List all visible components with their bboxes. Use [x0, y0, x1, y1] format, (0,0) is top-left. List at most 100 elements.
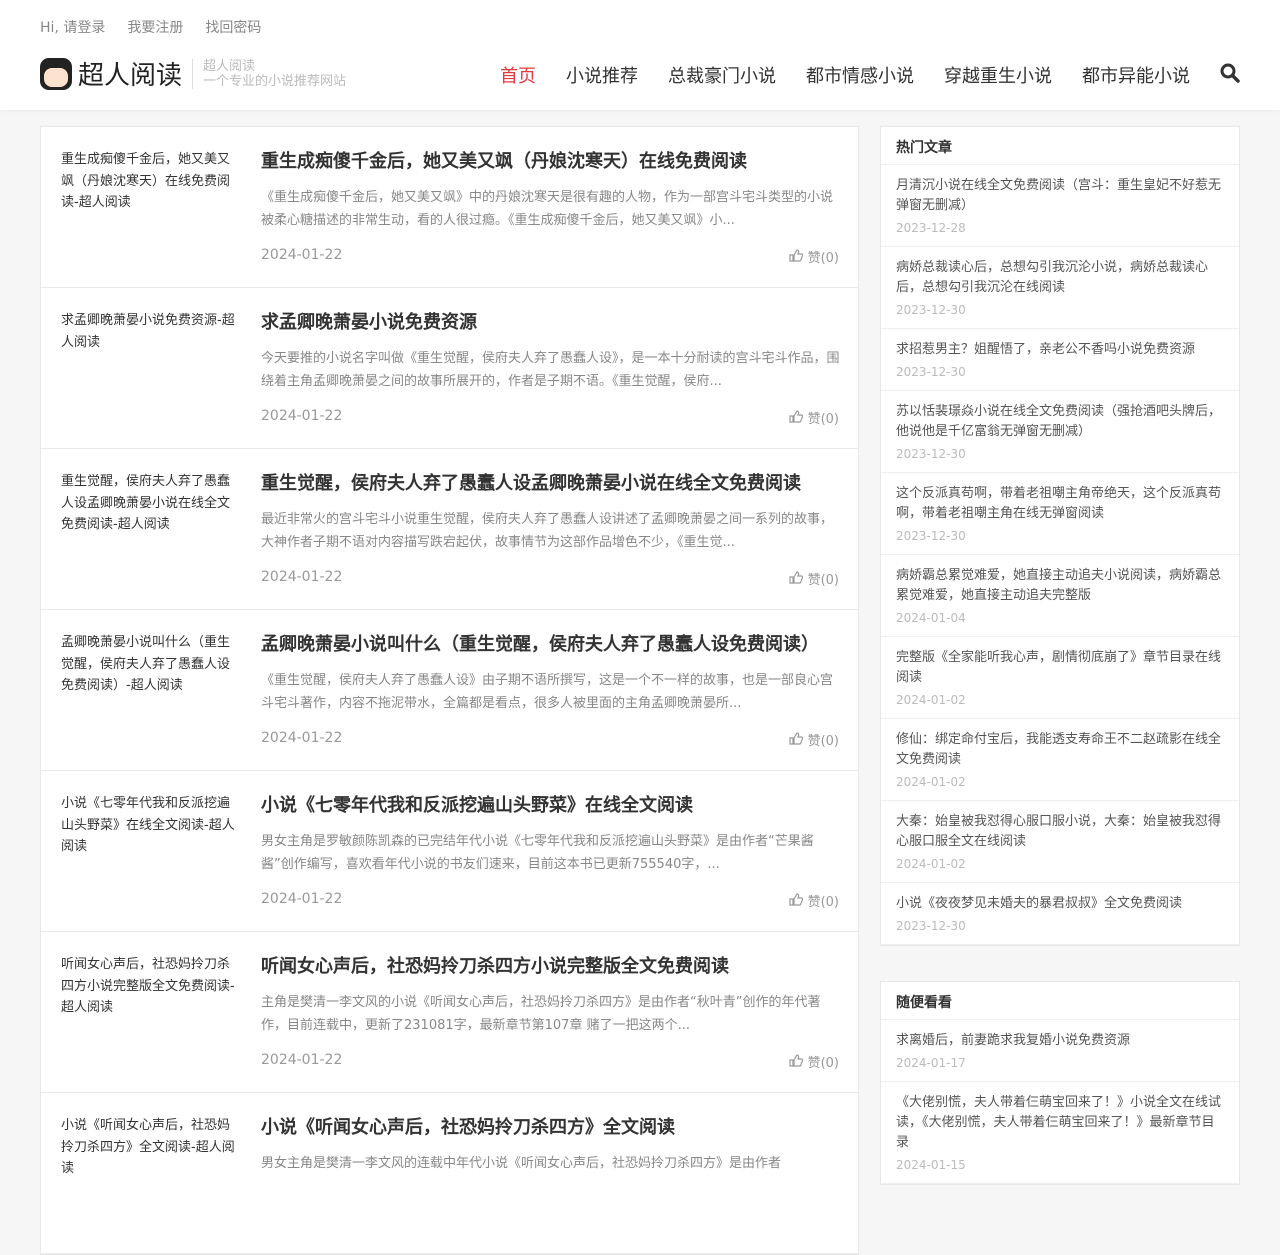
sidebar-article-title[interactable]: 求离婚后，前妻跪求我复婚小说免费资源 [896, 1031, 1224, 1051]
sidebar-article-title[interactable]: 小说《夜夜梦见未婚夫的暴君叔叔》全文免费阅读 [896, 894, 1224, 914]
nav-urban-power[interactable]: 都市异能小说 [1082, 62, 1190, 88]
like-button[interactable]: 赞(0) [789, 408, 839, 427]
thumbs-up-icon [789, 893, 804, 910]
like-button[interactable]: 赞(0) [789, 730, 839, 749]
article-item: 求孟卿晚萧晏小说免费资源-超人阅读 求孟卿晚萧晏小说免费资源 今天要推的小说名字… [41, 288, 858, 449]
main-nav: 首页 小说推荐 总裁豪门小说 都市情感小说 穿越重生小说 都市异能小说 [500, 62, 1240, 88]
nav-ceo[interactable]: 总裁豪门小说 [668, 62, 776, 88]
sidebar-article-date: 2024-01-02 [896, 775, 966, 789]
logo-face-icon [40, 57, 72, 90]
sidebar-article-item[interactable]: 《大佬别慌，夫人带着仨萌宝回来了！》小说全文在线试读，《大佬别慌，夫人带着仨萌宝… [881, 1082, 1239, 1184]
article-side-title[interactable]: 小说《听闻女心声后，社恐妈拎刀杀四方》全文阅读-超人阅读 [61, 1115, 239, 1180]
article-date: 2024-01-22 [261, 408, 343, 424]
article-title[interactable]: 孟卿晚萧晏小说叫什么（重生觉醒，侯府夫人弃了愚蠢人设免费阅读） [261, 630, 819, 656]
nav-home[interactable]: 首页 [500, 62, 536, 88]
article-summary: 男女主角是樊清一李文风的连载中年代小说《听闻女心声后，社恐妈拎刀杀四方》是由作者 [261, 1156, 782, 1171]
like-count: 赞(0) [807, 895, 839, 910]
sidebar-article-date: 2024-01-15 [896, 1158, 966, 1172]
register-link[interactable]: 我要注册 [127, 17, 183, 37]
sidebar-article-item[interactable]: 苏以恬裴璟焱小说在线全文免费阅读（强抢酒吧头牌后，他说他是千亿富翁无弹窗无删减）… [881, 391, 1239, 473]
sidebar-article-title[interactable]: 病娇总裁读心后，总想勾引我沉沦小说，病娇总裁读心后，总想勾引我沉沦在线阅读 [896, 258, 1224, 298]
sidebar-article-date: 2023-12-30 [896, 919, 966, 933]
sidebar-article-date: 2024-01-17 [896, 1056, 966, 1070]
login-link[interactable]: Hi, 请登录 [40, 17, 105, 37]
article-title[interactable]: 重生觉醒，侯府夫人弃了愚蠢人设孟卿晚萧晏小说在线全文免费阅读 [261, 469, 801, 495]
sidebar-article-date: 2024-01-02 [896, 693, 966, 707]
sidebar-article-item[interactable]: 求离婚后，前妻跪求我复婚小说免费资源 2024-01-17 [881, 1020, 1239, 1082]
random-panel: 随便看看 求离婚后，前妻跪求我复婚小说免费资源 2024-01-17 《大佬别慌，夫… [880, 981, 1240, 1185]
like-button[interactable]: 赞(0) [789, 891, 839, 910]
sidebar-article-item[interactable]: 月清沉小说在线全文免费阅读（宫斗：重生皇妃不好惹无弹窗无删减） 2023-12-2… [881, 165, 1239, 247]
article-side-title[interactable]: 重生成痴傻千金后，她又美又飒（丹娘沈寒天）在线免费阅读-超人阅读 [61, 149, 239, 214]
like-count: 赞(0) [807, 251, 839, 266]
thumbs-up-icon [789, 1054, 804, 1071]
sidebar-article-item[interactable]: 完整版《全家能听我心声，剧情彻底崩了》章节目录在线阅读 2024-01-02 [881, 637, 1239, 719]
sidebar-article-item[interactable]: 病娇霸总累觉难爱，她直接主动追夫小说阅读，病娇霸总累觉难爱，她直接主动追夫完整版… [881, 555, 1239, 637]
like-button[interactable]: 赞(0) [789, 1052, 839, 1071]
sidebar-article-title[interactable]: 大秦：始皇被我怼得心服口服小说，大秦：始皇被我怼得心服口服全文在线阅读 [896, 812, 1224, 852]
thumbs-up-icon [789, 249, 804, 266]
sidebar-article-title[interactable]: 这个反派真苟啊，带着老祖嘲主角帝绝天，这个反派真苟啊，带着老祖嘲主角在线无弹窗阅… [896, 484, 1224, 524]
article-side-title[interactable]: 孟卿晚萧晏小说叫什么（重生觉醒，侯府夫人弃了愚蠢人设免费阅读）-超人阅读 [61, 632, 239, 697]
sidebar-article-title[interactable]: 苏以恬裴璟焱小说在线全文免费阅读（强抢酒吧头牌后，他说他是千亿富翁无弹窗无删减） [896, 402, 1224, 442]
top-bar: Hi, 请登录 我要注册 找回密码 [40, 17, 261, 37]
like-count: 赞(0) [807, 573, 839, 588]
article-summary: 男女主角是罗敏颜陈凯森的已完结年代小说《七零年代我和反派挖遍山头野菜》是由作者“… [261, 834, 814, 872]
nav-urban-romance[interactable]: 都市情感小说 [806, 62, 914, 88]
logo-text: 超人阅读 [78, 61, 183, 91]
article-summary: 主角是樊清一李文风的小说《听闻女心声后，社恐妈拎刀杀四方》是由作者“秋叶青”创作… [261, 995, 821, 1033]
sidebar-article-date: 2023-12-30 [896, 365, 966, 379]
sidebar-article-title[interactable]: 修仙：绑定命付宝后，我能透支寿命王不二赵疏影在线全文免费阅读 [896, 730, 1224, 770]
article-item: 重生成痴傻千金后，她又美又飒（丹娘沈寒天）在线免费阅读-超人阅读 重生成痴傻千金… [41, 127, 858, 288]
recover-password-link[interactable]: 找回密码 [205, 17, 261, 37]
article-list: 重生成痴傻千金后，她又美又飒（丹娘沈寒天）在线免费阅读-超人阅读 重生成痴傻千金… [40, 126, 859, 1255]
article-title[interactable]: 小说《听闻女心声后，社恐妈拎刀杀四方》全文阅读 [261, 1113, 675, 1139]
article-date: 2024-01-22 [261, 247, 343, 263]
sidebar-article-title[interactable]: 完整版《全家能听我心声，剧情彻底崩了》章节目录在线阅读 [896, 648, 1224, 688]
article-side-title[interactable]: 听闻女心声后，社恐妈拎刀杀四方小说完整版全文免费阅读-超人阅读 [61, 954, 239, 1019]
article-title[interactable]: 听闻女心声后，社恐妈拎刀杀四方小说完整版全文免费阅读 [261, 952, 729, 978]
slogan-text: 一个专业的小说推荐网站 [203, 73, 347, 89]
sidebar-article-title[interactable]: 月清沉小说在线全文免费阅读（宫斗：重生皇妃不好惹无弹窗无删减） [896, 176, 1224, 216]
thumbs-up-icon [789, 410, 804, 427]
like-count: 赞(0) [807, 412, 839, 427]
article-item: 小说《七零年代我和反派挖遍山头野菜》在线全文阅读-超人阅读 小说《七零年代我和反… [41, 771, 858, 932]
sidebar-article-item[interactable]: 求招惹男主？姐醒悟了，亲老公不香吗小说免费资源 2023-12-30 [881, 329, 1239, 391]
sidebar-article-item[interactable]: 大秦：始皇被我怼得心服口服小说，大秦：始皇被我怼得心服口服全文在线阅读 2024-… [881, 801, 1239, 883]
article-item: 小说《听闻女心声后，社恐妈拎刀杀四方》全文阅读-超人阅读 小说《听闻女心声后，社… [41, 1093, 858, 1254]
like-button[interactable]: 赞(0) [789, 247, 839, 266]
article-date: 2024-01-22 [261, 569, 343, 585]
article-side-title[interactable]: 小说《七零年代我和反派挖遍山头野菜》在线全文阅读-超人阅读 [61, 793, 239, 858]
slogan: 超人阅读 一个专业的小说推荐网站 [192, 58, 347, 89]
sidebar-article-item[interactable]: 修仙：绑定命付宝后，我能透支寿命王不二赵疏影在线全文免费阅读 2024-01-02 [881, 719, 1239, 801]
sidebar-article-item[interactable]: 小说《夜夜梦见未婚夫的暴君叔叔》全文免费阅读 2023-12-30 [881, 883, 1239, 945]
article-side-title[interactable]: 重生觉醒，侯府夫人弃了愚蠢人设孟卿晚萧晏小说在线全文免费阅读-超人阅读 [61, 471, 239, 536]
sidebar-article-title[interactable]: 《大佬别慌，夫人带着仨萌宝回来了！》小说全文在线试读，《大佬别慌，夫人带着仨萌宝… [896, 1093, 1224, 1153]
like-count: 赞(0) [807, 734, 839, 749]
article-summary: 《重生觉醒，侯府夫人弃了愚蠢人设》由子期不语所撰写，这是一个不一样的故事，也是一… [261, 673, 834, 711]
article-date: 2024-01-22 [261, 1052, 343, 1068]
sidebar-article-date: 2023-12-28 [896, 221, 966, 235]
article-summary: 《重生成痴傻千金后，她又美又飒》中的丹娘沈寒天是很有趣的人物，作为一部宫斗宅斗类… [261, 190, 834, 228]
site-logo[interactable]: 超人阅读 超人阅读 一个专业的小说推荐网站 [40, 55, 346, 92]
nav-rebirth[interactable]: 穿越重生小说 [944, 62, 1052, 88]
article-date: 2024-01-22 [261, 891, 343, 907]
like-button[interactable]: 赞(0) [789, 569, 839, 588]
like-count: 赞(0) [807, 1056, 839, 1071]
sidebar-article-item[interactable]: 病娇总裁读心后，总想勾引我沉沦小说，病娇总裁读心后，总想勾引我沉沦在线阅读 202… [881, 247, 1239, 329]
sidebar-article-item[interactable]: 这个反派真苟啊，带着老祖嘲主角帝绝天，这个反派真苟啊，带着老祖嘲主角在线无弹窗阅… [881, 473, 1239, 555]
article-title[interactable]: 小说《七零年代我和反派挖遍山头野菜》在线全文阅读 [261, 791, 693, 817]
article-title[interactable]: 求孟卿晚萧晏小说免费资源 [261, 308, 477, 334]
sidebar-article-title[interactable]: 病娇霸总累觉难爱，她直接主动追夫小说阅读，病娇霸总累觉难爱，她直接主动追夫完整版 [896, 566, 1224, 606]
nav-recommend[interactable]: 小说推荐 [566, 62, 638, 88]
article-title[interactable]: 重生成痴傻千金后，她又美又飒（丹娘沈寒天）在线免费阅读 [261, 147, 747, 173]
article-item: 重生觉醒，侯府夫人弃了愚蠢人设孟卿晚萧晏小说在线全文免费阅读-超人阅读 重生觉醒… [41, 449, 858, 610]
hot-articles-panel: 热门文章 月清沉小说在线全文免费阅读（宫斗：重生皇妃不好惹无弹窗无删减） 2023… [880, 126, 1240, 946]
sidebar-article-date: 2023-12-30 [896, 303, 966, 317]
sidebar-article-date: 2024-01-04 [896, 611, 966, 625]
article-date: 2024-01-22 [261, 730, 343, 746]
article-side-title[interactable]: 求孟卿晚萧晏小说免费资源-超人阅读 [61, 310, 239, 353]
article-summary: 今天要推的小说名字叫做《重生觉醒，侯府夫人弃了愚蠢人设》，是一本十分耐读的宫斗宅… [261, 351, 840, 389]
search-icon[interactable] [1220, 63, 1240, 88]
sidebar-article-title[interactable]: 求招惹男主？姐醒悟了，亲老公不香吗小说免费资源 [896, 340, 1224, 360]
